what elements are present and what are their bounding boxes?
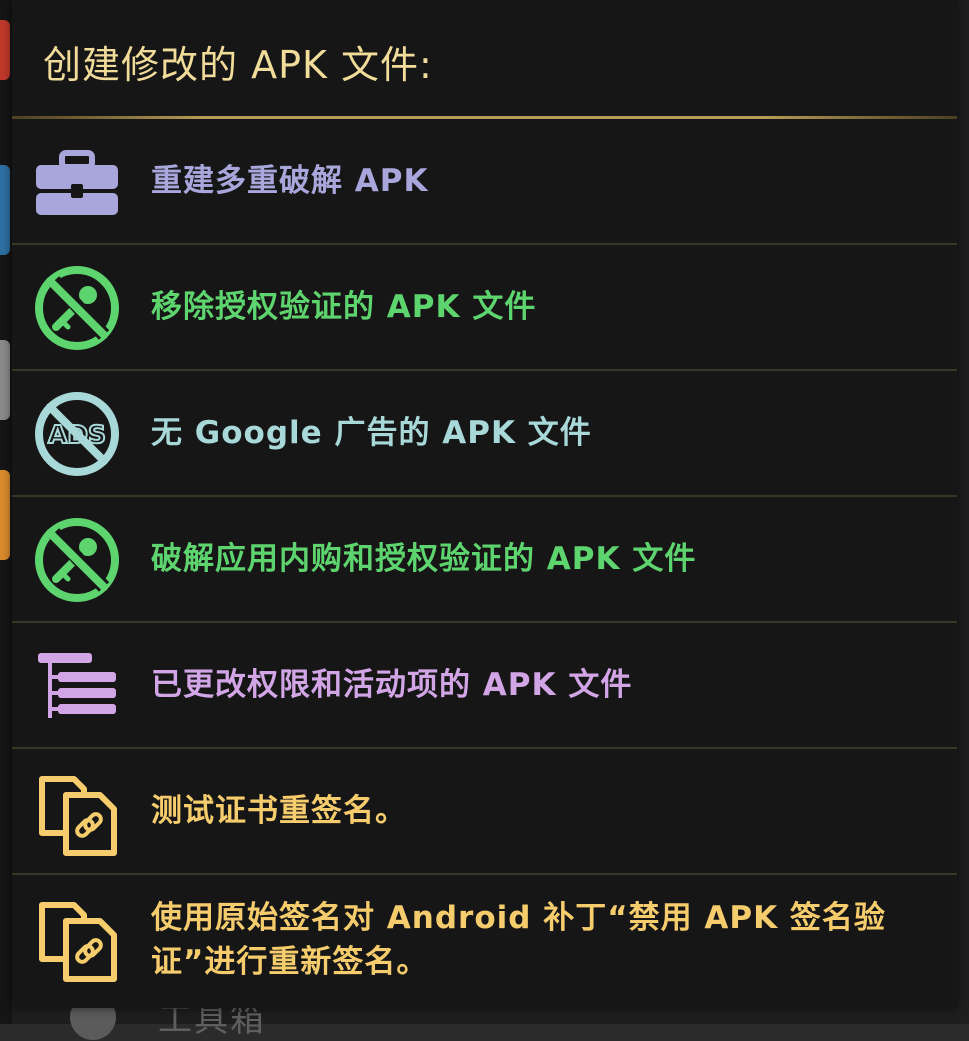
apk-options-list: 重建多重破解 APK 移除授权验证的 APK 文件 A xyxy=(12,119,957,1005)
menu-item-label: 使用原始签名对 Android 补丁“禁用 APK 签名验证”进行重新签名。 xyxy=(151,900,886,980)
toolbox-icon xyxy=(32,137,122,227)
no-ads-icon: ADS xyxy=(32,389,122,479)
no-key-icon xyxy=(32,515,122,605)
menu-item-crack-iap-and-license[interactable]: 破解应用内购和授权验证的 APK 文件 xyxy=(12,497,957,623)
menu-item-test-cert-resign[interactable]: 测试证书重签名。 xyxy=(12,749,957,875)
menu-item-no-google-ads[interactable]: ADS 无 Google 广告的 APK 文件 xyxy=(12,371,957,497)
tree-list-icon xyxy=(32,641,122,731)
background-app-icon-blue xyxy=(0,165,10,255)
dialog-title: 创建修改的 APK 文件: xyxy=(43,43,433,87)
menu-item-rebuild-multi-crack[interactable]: 重建多重破解 APK xyxy=(12,119,957,245)
background-app-icon-orange xyxy=(0,470,10,560)
no-key-icon xyxy=(32,263,122,353)
menu-item-remove-license-verification[interactable]: 移除授权验证的 APK 文件 xyxy=(12,245,957,371)
background-app-icon-gray xyxy=(0,340,10,420)
menu-item-original-signature-resign[interactable]: 使用原始签名对 Android 补丁“禁用 APK 签名验证”进行重新签名。 xyxy=(12,875,957,1005)
menu-item-label: 无 Google 广告的 APK 文件 xyxy=(151,415,592,451)
menu-item-label: 重建多重破解 APK xyxy=(151,163,429,199)
linked-documents-icon xyxy=(32,893,122,983)
background-app-icon-red xyxy=(0,20,10,80)
menu-item-label: 破解应用内购和授权验证的 APK 文件 xyxy=(151,541,697,577)
menu-item-label: 移除授权验证的 APK 文件 xyxy=(151,289,537,325)
create-modified-apk-dialog: 创建修改的 APK 文件: 重建多重破解 APK 移除授权验证的 APK 文件 … xyxy=(12,0,957,1008)
menu-item-label: 测试证书重签名。 xyxy=(151,793,407,829)
menu-item-changed-permissions-activities[interactable]: 已更改权限和活动项的 APK 文件 xyxy=(12,623,957,749)
menu-item-label: 已更改权限和活动项的 APK 文件 xyxy=(151,667,633,703)
linked-documents-icon xyxy=(32,767,122,857)
